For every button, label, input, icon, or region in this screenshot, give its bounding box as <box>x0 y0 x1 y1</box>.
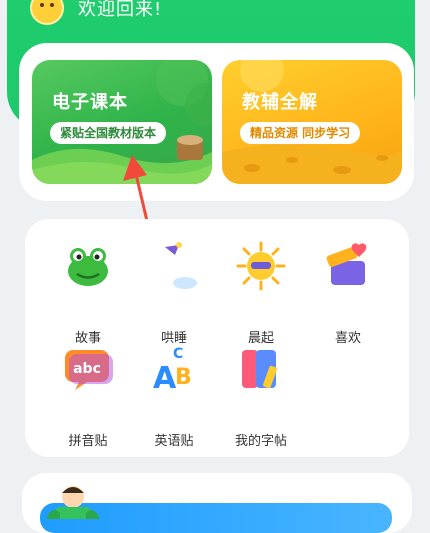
study-guide-title: 教辅全解 <box>242 92 318 113</box>
menu-label-copybook: 我的字帖 <box>234 434 287 449</box>
e-textbook-title: 电子课本 <box>52 92 128 113</box>
menu-item-pinyin[interactable]: abc 拼音贴 <box>44 344 124 449</box>
menu-label-pinyin: 拼音贴 <box>68 434 108 449</box>
abc-bubble-icon: abc <box>65 350 113 390</box>
e-textbook-tag: 紧贴全国教材版本 <box>50 122 167 144</box>
menu-label-english: 英语贴 <box>154 434 194 449</box>
svg-text:abc: abc <box>73 361 101 377</box>
menu-item-sleep[interactable]: 哄睡 <box>130 241 210 346</box>
svg-text:C: C <box>173 346 183 362</box>
reading-kid-illustration <box>46 486 100 519</box>
menu-label-like: 喜欢 <box>334 331 361 346</box>
menu-item-english[interactable]: A B C 英语贴 <box>130 344 210 449</box>
avatar[interactable] <box>30 0 64 25</box>
abc-letters-icon: A B C <box>153 346 192 394</box>
study-guide-card[interactable]: 教辅全解 精品资源 同步学习 <box>222 60 402 184</box>
sun-icon <box>236 241 286 291</box>
copybook-icon <box>242 350 277 389</box>
menu-item-story[interactable]: 故事 <box>44 241 124 346</box>
menu-item-morning[interactable]: 晨起 <box>217 241 297 346</box>
svg-text:A: A <box>153 361 177 394</box>
svg-text:B: B <box>175 365 192 390</box>
menu-item-like[interactable]: 喜欢 <box>304 241 384 346</box>
gift-heart-icon <box>326 243 367 285</box>
greeting-text: 欢迎回来! <box>78 0 163 20</box>
greeting: 欢迎回来! <box>30 0 163 25</box>
study-guide-tag: 精品资源 同步学习 <box>240 122 361 144</box>
moon-icon <box>160 242 197 289</box>
menu-item-copybook[interactable]: 我的字帖 <box>217 344 297 449</box>
frog-icon <box>68 248 108 286</box>
